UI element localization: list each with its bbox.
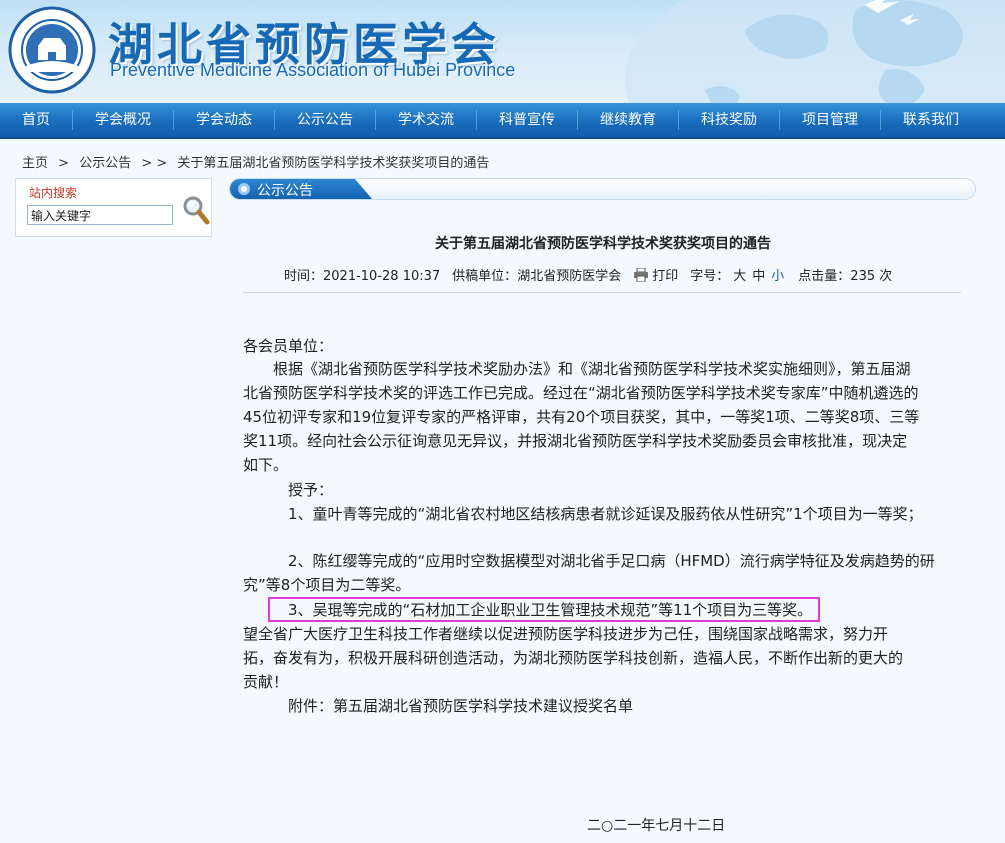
body-line: 奖11项。经向社会公示征询意见无异议，并报湖北省预防医学科学技术奖励委员会审核批…: [243, 432, 908, 450]
font-size-medium[interactable]: 中: [752, 265, 765, 284]
nav-item-news[interactable]: 学会动态: [174, 102, 274, 138]
article-meta: 时间：2021-10-28 10:37 供稿单位：湖北省预防医学会 打印 字号：…: [284, 265, 904, 284]
body-line: 45位初评专家和19位复评专家的严格评审，共有20个项目获奖，其中，一等奖1项、…: [243, 408, 920, 426]
globe-map-decoration: [625, 0, 1005, 103]
breadcrumb-separator: > >: [141, 156, 168, 171]
meta-source: 供稿单位：湖北省预防医学会: [452, 269, 622, 284]
breadcrumb-separator: >: [58, 156, 70, 171]
print-button[interactable]: 打印: [633, 265, 678, 284]
body-line: 究”等8个项目为二等奖。: [243, 576, 411, 594]
meta-hits: 点击量：235 次: [798, 269, 893, 284]
search-title: 站内搜索: [29, 186, 78, 200]
search-input[interactable]: [27, 205, 173, 225]
body-line: 2、陈红缨等完成的“应用时空数据模型对湖北省手足口病（HFMD）流行病学特征及发…: [243, 552, 935, 570]
attachment-link[interactable]: 附件：第五届湖北省预防医学科学技术建议授奖名单: [243, 694, 963, 718]
nav-item-science-pop[interactable]: 科普宣传: [477, 102, 577, 138]
site-title-en: Preventive Medicine Association of Hubei…: [110, 60, 516, 80]
meta-time: 时间：2021-10-28 10:37: [284, 269, 441, 284]
section-label: 公示公告: [257, 183, 313, 199]
font-size-label: 字号：: [690, 269, 730, 284]
body-line: 北省预防医学科学技术奖的评选工作已完成。经过在“湖北省预防医学科学技术奖专家库”…: [243, 384, 919, 402]
bullet-icon: [238, 183, 250, 195]
nav-item-home[interactable]: 首页: [0, 102, 72, 138]
body-line: 望全省广大医疗卫生科技工作者继续以促进预防医学科技进步为己任，围绕国家战略需求，…: [243, 625, 889, 643]
font-size-large[interactable]: 大: [733, 265, 746, 284]
section-header-bar: 公示公告: [229, 178, 976, 200]
body-line: 如下。: [243, 456, 289, 474]
main-nav: 首页 学会概况 学会动态 公示公告 学术交流 科普宣传 继续教育 科技奖励 项目…: [0, 103, 1005, 139]
magnifier-search-icon[interactable]: [182, 194, 210, 226]
body-line: 根据《湖北省预防医学科学技术奖励办法》和《湖北省预防医学科学技术奖实施细则》，第…: [243, 360, 911, 378]
nav-item-announcements[interactable]: 公示公告: [275, 102, 375, 138]
body-line: 各会员单位：: [243, 337, 334, 355]
breadcrumb-current: 关于第五届湖北省预防医学科学技术奖获奖项目的通告: [177, 156, 490, 171]
nav-item-education[interactable]: 继续教育: [578, 102, 678, 138]
meta-divider: [243, 292, 961, 293]
nav-item-about[interactable]: 学会概况: [73, 102, 173, 138]
body-line: 1、童叶青等完成的“湖北省农村地区结核病患者就诊延误及服药依从性研究”1个项目为…: [243, 505, 923, 523]
nav-item-contact[interactable]: 联系我们: [881, 102, 981, 138]
highlight-box: [268, 597, 820, 622]
printer-icon: [634, 267, 649, 282]
association-logo: [8, 6, 96, 94]
nav-item-academic[interactable]: 学术交流: [376, 102, 476, 138]
nav-item-awards[interactable]: 科技奖励: [679, 102, 779, 138]
nav-item-projects[interactable]: 项目管理: [780, 102, 880, 138]
site-header: 湖北省预防医学会 Preventive Medicine Association…: [0, 0, 1005, 103]
breadcrumb: 主页 > 公示公告 > > 关于第五届湖北省预防医学科学技术奖获奖项目的通告: [22, 152, 495, 171]
font-size-small[interactable]: 小: [771, 265, 784, 284]
article-title: 关于第五届湖北省预防医学科学技术奖获奖项目的通告: [435, 236, 771, 252]
body-line: 授予：: [243, 481, 334, 499]
breadcrumb-home[interactable]: 主页: [22, 156, 48, 171]
body-line: 贡献！: [243, 673, 289, 691]
body-line: 拓，奋发有为，积极开展科研创造活动，为湖北预防医学科技创新，造福人民，不断作出新…: [243, 649, 904, 667]
breadcrumb-section[interactable]: 公示公告: [79, 156, 131, 171]
site-search-panel: 站内搜索: [15, 178, 212, 237]
article-date: 二○二一年七月十二日: [587, 818, 726, 834]
